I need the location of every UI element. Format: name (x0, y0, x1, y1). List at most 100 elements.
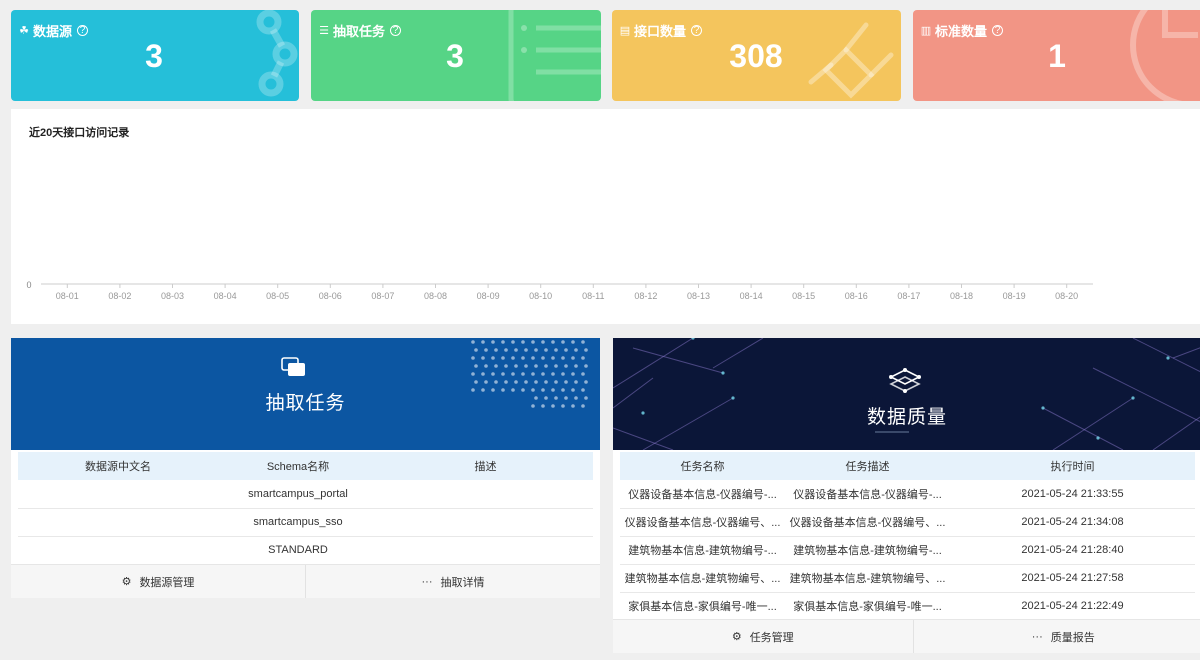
x-tick-label: 08-13 (687, 291, 710, 301)
datasource-manage-button[interactable]: ⚙ 数据源管理 (11, 565, 305, 598)
table-cell: smartcampus_portal (218, 480, 378, 509)
card-label: ☰ 抽取任务 ? (318, 21, 402, 40)
document-icon: ▥ (920, 25, 932, 37)
card-value: 3 (446, 38, 464, 74)
x-tick-label: 08-09 (477, 291, 500, 301)
x-tick-label: 08-04 (214, 291, 237, 301)
table-cell (18, 480, 218, 509)
more-icon: ··· (421, 575, 433, 588)
table-cell: 仪器设备基本信息-仪器编号-... (620, 480, 785, 509)
layers-icon (875, 368, 921, 433)
x-tick-label: 08-14 (740, 291, 763, 301)
x-tick-label: 08-01 (56, 291, 79, 301)
x-tick-label: 08-20 (1055, 291, 1078, 301)
table-cell: 建筑物基本信息-建筑物编号-... (785, 536, 950, 565)
x-tick-label: 08-15 (792, 291, 815, 301)
button-label: 任务管理 (749, 631, 794, 644)
printer-icon: ▤ (619, 25, 631, 37)
table-row[interactable]: 建筑物基本信息-建筑物编号-... 建筑物基本信息-建筑物编号-... 2021-0… (620, 536, 1195, 565)
x-tick-label: 08-16 (845, 291, 868, 301)
table-cell (18, 536, 218, 565)
table-cell: 仪器设备基本信息-仪器编号-... (785, 480, 950, 509)
table-row[interactable]: 仪器设备基本信息-仪器编号-... 仪器设备基本信息-仪器编号-... 2021-0… (620, 480, 1195, 509)
card-value: 3 (145, 38, 163, 74)
table-row[interactable]: 家俱基本信息-家俱编号-唯一... 家俱基本信息-家俱编号-唯一... 2021-0… (620, 592, 1195, 621)
table-cell (18, 508, 218, 537)
table-row[interactable]: STANDARD (18, 536, 593, 565)
table-cell: 建筑物基本信息-建筑物编号-... (620, 536, 785, 565)
extract-task-panel: 抽取任务 数据源中文名 Schema名称 描述 smartcampus_port… (11, 338, 600, 598)
data-quality-panel: 数据质量 任务名称 任务描述 执行时间 仪器设备基本信息-仪器编号-... 仪器设… (613, 338, 1200, 653)
table-cell: 仪器设备基本信息-仪器编号、... (620, 508, 785, 537)
table-cell: 2021-05-24 21:28:40 (950, 536, 1195, 565)
card-label: ▤ 接口数量 ? (619, 21, 703, 40)
button-label: 数据源管理 (139, 576, 195, 589)
x-tick-label: 08-12 (634, 291, 657, 301)
datasource-stat-card[interactable]: ☘ 数据源 ? 3 (11, 10, 299, 101)
panel-footer: ⚙ 任务管理 ··· 质量报告 (613, 619, 1200, 653)
line-chart: 0 08-01 08-02 08-03 08-04 08-05 08-06 08-07 08-0… (26, 280, 1093, 301)
gear-icon: ⚙ (121, 576, 132, 588)
table-cell: 2021-05-24 21:22:49 (950, 592, 1195, 621)
table-row[interactable]: smartcampus_portal (18, 480, 593, 509)
column-header[interactable]: 任务描述 (785, 452, 950, 480)
data-quality-banner: 数据质量 (613, 338, 1200, 450)
help-icon[interactable]: ? (77, 25, 89, 36)
y-tick-label: 0 (26, 280, 31, 290)
table-cell: 2021-05-24 21:34:08 (950, 508, 1195, 537)
x-tick-label: 08-07 (371, 291, 394, 301)
x-tick-label: 08-08 (424, 291, 447, 301)
card-value: 308 (729, 38, 783, 74)
x-tick-label: 08-06 (319, 291, 342, 301)
table-row[interactable]: 仪器设备基本信息-仪器编号、... 仪器设备基本信息-仪器编号、... 2021-0… (620, 508, 1195, 537)
card-label: ☘ 数据源 ? (18, 21, 89, 40)
button-label: 质量报告 (1050, 631, 1095, 644)
quality-task-table: 任务名称 任务描述 执行时间 仪器设备基本信息-仪器编号-... 仪器设备基本信息… (620, 452, 1195, 621)
table-cell (378, 536, 593, 565)
cluster-icon: ☘ (19, 25, 29, 37)
table-cell (378, 480, 593, 509)
x-tick-label: 08-18 (950, 291, 973, 301)
table-cell: 2021-05-24 21:33:55 (950, 480, 1195, 509)
column-header[interactable]: 任务名称 (620, 452, 785, 480)
panel-footer: ⚙ 数据源管理 ··· 抽取详情 (11, 564, 600, 598)
column-header[interactable]: 执行时间 (950, 452, 1195, 480)
help-icon[interactable]: ? (992, 25, 1004, 36)
task-manage-button[interactable]: ⚙ 任务管理 (613, 620, 913, 653)
help-icon[interactable]: ? (390, 25, 402, 36)
card-label: ▥ 标准数量 ? (920, 21, 1004, 40)
card-value: 1 (1048, 38, 1066, 74)
table-row[interactable]: smartcampus_sso (18, 508, 593, 537)
api-stat-card[interactable]: ▤ 接口数量 ? 308 (612, 10, 901, 101)
column-header[interactable]: 描述 (378, 452, 593, 480)
database-icon: ☰ (319, 25, 329, 37)
table-cell: 2021-05-24 21:27:58 (950, 564, 1195, 593)
x-tick-label: 08-17 (897, 291, 920, 301)
x-tick-label: 08-03 (161, 291, 184, 301)
extract-detail-button[interactable]: ··· 抽取详情 (305, 565, 600, 598)
standard-stat-card[interactable]: ▥ 标准数量 ? 1 (913, 10, 1200, 101)
more-icon: ··· (1031, 630, 1043, 643)
table-cell: 家俱基本信息-家俱编号-唯一... (785, 592, 950, 621)
table-cell (378, 508, 593, 537)
column-header[interactable]: Schema名称 (218, 452, 378, 480)
table-cell: 仪器设备基本信息-仪器编号、... (785, 508, 950, 537)
x-tick-label: 08-10 (529, 291, 552, 301)
task-stat-card[interactable]: ☰ 抽取任务 ? 3 (311, 10, 601, 101)
banner-title: 数据质量 (866, 407, 947, 428)
gear-icon: ⚙ (731, 631, 742, 643)
table-cell: STANDARD (218, 536, 378, 565)
x-tick-label: 08-11 (582, 291, 604, 301)
help-icon[interactable]: ? (691, 25, 703, 36)
table-cell: 建筑物基本信息-建筑物编号、... (785, 564, 950, 593)
quality-report-button[interactable]: ··· 质量报告 (912, 620, 1200, 653)
api-visit-chart-panel: 近20天接口访问记录 0 08-01 08-02 08-03 08-04 08-05 08-… (11, 109, 1200, 324)
banner-title: 抽取任务 (265, 393, 346, 414)
table-row[interactable]: 建筑物基本信息-建筑物编号、... 建筑物基本信息-建筑物编号、... 2021-0… (620, 564, 1195, 593)
column-header[interactable]: 数据源中文名 (18, 452, 218, 480)
x-tick-label: 08-05 (266, 291, 289, 301)
table-cell: smartcampus_sso (218, 508, 378, 537)
table-cell: 建筑物基本信息-建筑物编号、... (620, 564, 785, 593)
table-cell: 家俱基本信息-家俱编号-唯一... (620, 592, 785, 621)
datasource-table: 数据源中文名 Schema名称 描述 smartcampus_portal sm… (18, 452, 593, 565)
